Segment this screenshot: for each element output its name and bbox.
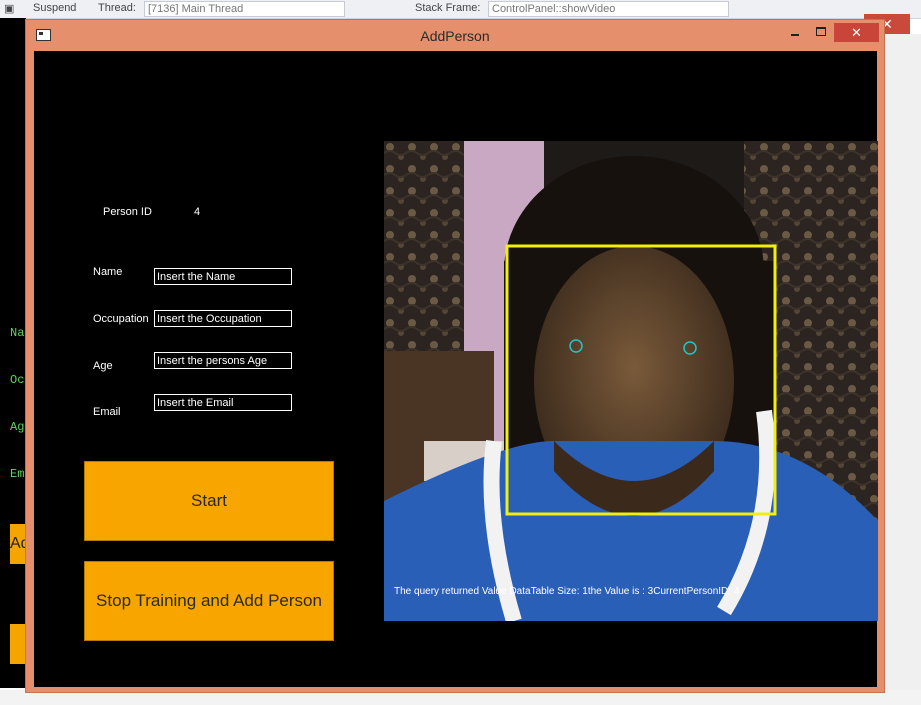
occupation-label: Occupation [93, 313, 149, 325]
person-id-label: Person ID [103, 206, 152, 218]
stack-frame-label: Stack Frame: [415, 2, 481, 14]
debug-toolbar: ▣ Suspend Thread: [7136] Main Thread Sta… [0, 0, 921, 19]
suspend-label[interactable]: Suspend [33, 2, 76, 14]
minimize-button[interactable] [782, 22, 808, 42]
camera-feed: The query returned Value DataTable Size:… [384, 141, 878, 621]
maximize-button[interactable] [808, 22, 834, 42]
thread-label: Thread: [98, 2, 136, 14]
email-field[interactable] [154, 394, 292, 411]
stop-training-add-person-button[interactable]: Stop Training and Add Person [84, 561, 334, 641]
console-text: Ag [10, 420, 25, 434]
addperson-window: AddPerson ✕ Person ID 4 Name Occupation … [25, 19, 885, 693]
background-add-button[interactable]: Ad [10, 524, 26, 564]
minimize-icon [791, 34, 799, 36]
console-text: Em [10, 467, 25, 481]
background-button[interactable] [10, 624, 26, 664]
debug-icon: ▣ [4, 3, 15, 15]
person-id-value: 4 [194, 206, 201, 218]
maximize-icon [816, 27, 826, 36]
window-title: AddPerson [420, 28, 490, 44]
camera-status-text: The query returned Value DataTable Size:… [394, 586, 740, 597]
stack-frame-select[interactable]: ControlPanel::showVideo [488, 1, 729, 17]
camera-frame [384, 141, 878, 621]
title-bar[interactable]: AddPerson ✕ [26, 20, 884, 52]
thread-select[interactable]: [7136] Main Thread [144, 1, 345, 17]
background-console: Na Oc Ag Em Ad [0, 18, 26, 688]
start-button[interactable]: Start [84, 461, 334, 541]
occupation-field[interactable] [154, 310, 292, 327]
name-field[interactable] [154, 268, 292, 285]
email-label: Email [93, 406, 121, 418]
name-label: Name [93, 266, 123, 278]
background-panel [884, 34, 921, 690]
console-text: Oc [10, 373, 25, 387]
age-label: Age [93, 360, 113, 372]
window-client-area: Person ID 4 Name Occupation Age Email St… [34, 51, 878, 687]
close-button[interactable]: ✕ [834, 23, 879, 42]
close-icon: ✕ [851, 25, 862, 40]
age-field[interactable] [154, 352, 292, 369]
console-text: Na [10, 326, 25, 340]
